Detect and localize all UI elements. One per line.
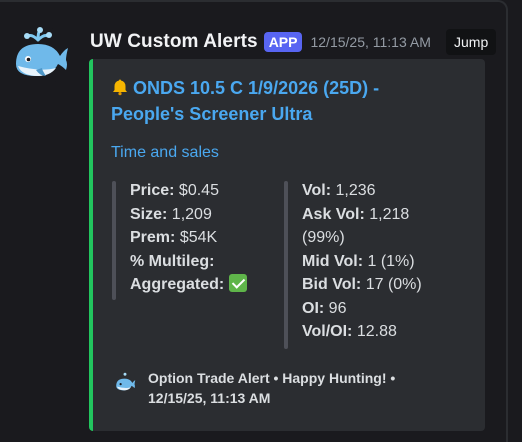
embed-title-line2: People's Screener Ultra	[111, 104, 313, 124]
vol-row: Vol: 1,236	[302, 182, 376, 199]
prem-row: Prem: $54K	[130, 229, 218, 246]
price-row: Price: $0.45	[130, 182, 219, 199]
jump-button[interactable]: Jump	[446, 29, 497, 55]
embed-title[interactable]: ONDS 10.5 C 1/9/2026 (25D) - People's Sc…	[111, 75, 481, 127]
footer-line1: Option Trade Alert • Happy Hunting! •	[148, 370, 396, 386]
message-container: UW Custom Alerts APP 12/15/25, 11:13 AM …	[0, 0, 508, 442]
author-name[interactable]: UW Custom Alerts	[90, 31, 258, 53]
mid-vol-row: Mid Vol: 1 (1%)	[302, 252, 415, 270]
ask-vol-pct-row: (99%)	[302, 229, 345, 246]
left-field: Price: $0.45 Size: 1,209 Prem: $54K % Mu…	[130, 179, 247, 297]
whale-footer-icon	[113, 372, 136, 394]
size-row: Size: 1,209	[130, 205, 212, 223]
embed-footer: Option Trade Alert • Happy Hunting! • 12…	[148, 368, 448, 408]
multileg-row: % Multileg:	[130, 252, 215, 270]
aggregated-row: Aggregated:	[130, 273, 247, 297]
embed-description-link[interactable]: Time and sales	[111, 144, 219, 162]
whale-avatar-icon[interactable]	[10, 26, 70, 86]
left-field-quote-bar	[112, 181, 116, 300]
oi-row: OI: 96	[302, 299, 347, 317]
vol-oi-row: Vol/OI: 12.88	[302, 323, 397, 340]
check-mark-icon	[228, 274, 247, 292]
message-header: UW Custom Alerts APP 12/15/25, 11:13 AM	[90, 29, 431, 55]
bell-icon	[111, 75, 129, 101]
embed-title-line1: ONDS 10.5 C 1/9/2026 (25D) -	[133, 78, 380, 98]
bid-vol-row: Bid Vol: 17 (0%)	[302, 276, 422, 293]
right-field: Vol: 1,236 Ask Vol: 1,218 (99%) Mid Vol:…	[302, 179, 422, 344]
right-field-quote-bar	[284, 181, 288, 349]
message-timestamp[interactable]: 12/15/25, 11:13 AM	[310, 34, 430, 50]
alert-embed: ONDS 10.5 C 1/9/2026 (25D) - People's Sc…	[89, 59, 485, 431]
app-badge: APP	[263, 32, 303, 52]
footer-timestamp: 12/15/25, 11:13 AM	[148, 390, 271, 406]
ask-vol-row: Ask Vol: 1,218	[302, 205, 410, 223]
